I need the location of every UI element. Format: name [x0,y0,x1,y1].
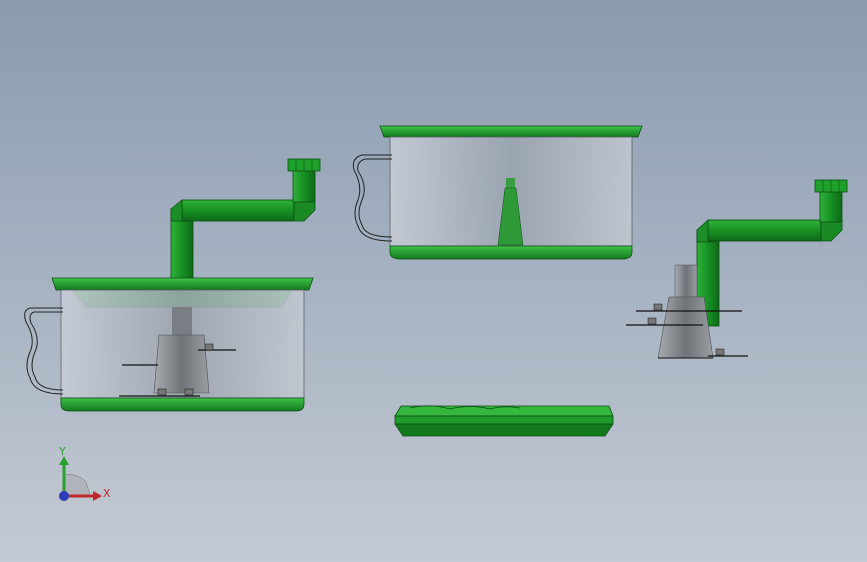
container-lid [51,277,314,291]
top-inner-column [506,178,515,188]
pipe-elbow-2 [293,199,316,222]
bottom-tray-view[interactable] [394,405,614,437]
right-column [674,264,698,298]
top-container-handle [352,154,393,242]
container-base [60,397,305,412]
triad-x-label: X [103,487,111,500]
tray-front-face [394,415,614,425]
inner-column [172,307,192,335]
triad-z-axis [59,491,69,501]
right-pipe-assembly-view[interactable] [626,179,848,359]
upper-riser-pipe [292,167,316,203]
top-container-view[interactable] [352,125,643,260]
triad-xy-plane [63,473,91,496]
tray-top-face [394,405,614,417]
right-horizontal-pipe [707,219,822,242]
cad-graphics-viewport[interactable]: Y X [0,0,867,562]
horizontal-pipe [181,199,295,222]
reference-triad: Y X [58,445,111,501]
triad-y-label: Y [58,445,66,458]
right-upper-riser [819,188,843,223]
right-cone [657,296,714,359]
top-container-base [389,245,633,260]
tray-bottom-face [394,423,614,437]
inner-cone [153,334,210,394]
top-container-lid [379,125,643,138]
isometric-assembly-view[interactable] [24,158,321,412]
